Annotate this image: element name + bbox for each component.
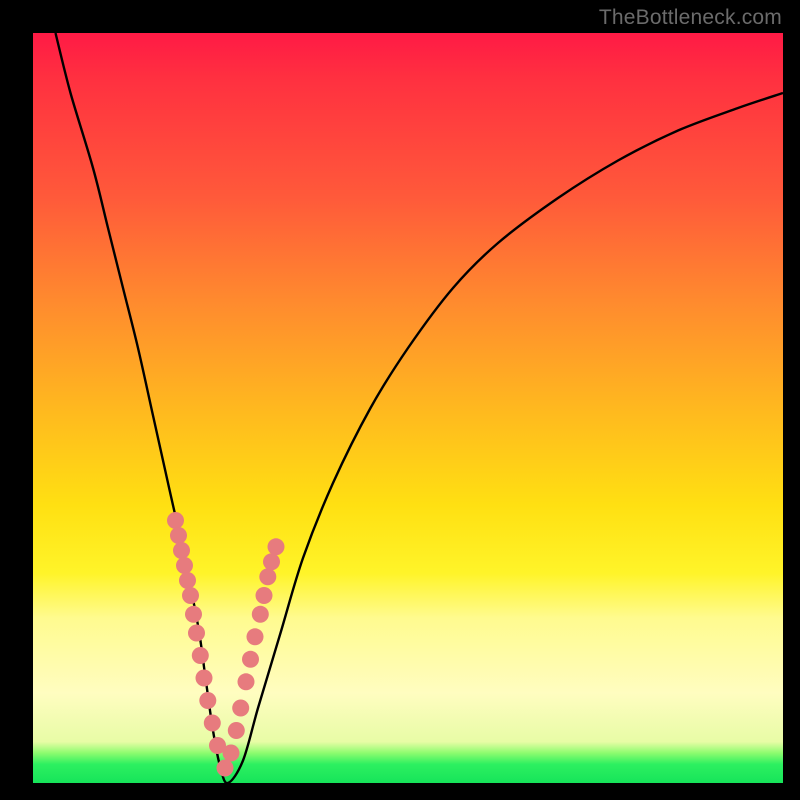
sample-dot <box>182 587 199 604</box>
sample-dot <box>188 625 205 642</box>
curve-path <box>56 33 784 783</box>
sample-dot <box>247 628 264 645</box>
sample-dot <box>176 557 193 574</box>
sample-dot <box>263 553 280 570</box>
sample-dot <box>242 651 259 668</box>
sample-dot <box>199 692 216 709</box>
sample-dot <box>179 572 196 589</box>
sample-dots <box>167 512 285 777</box>
sample-dot <box>259 568 276 585</box>
sample-dot <box>167 512 184 529</box>
sample-dot <box>217 760 234 777</box>
bottleneck-curve <box>56 33 784 783</box>
sample-dot <box>170 527 187 544</box>
chart-frame: TheBottleneck.com <box>0 0 800 800</box>
curve-layer <box>0 0 800 800</box>
watermark-text: TheBottleneck.com <box>599 6 782 30</box>
sample-dot <box>228 722 245 739</box>
sample-dot <box>256 587 273 604</box>
sample-dot <box>252 606 269 623</box>
sample-dot <box>192 647 209 664</box>
sample-dot <box>185 606 202 623</box>
sample-dot <box>173 542 190 559</box>
sample-dot <box>232 700 249 717</box>
sample-dot <box>268 538 285 555</box>
sample-dot <box>204 715 221 732</box>
sample-dot <box>196 670 213 687</box>
sample-dot <box>223 745 240 762</box>
sample-dot <box>238 673 255 690</box>
